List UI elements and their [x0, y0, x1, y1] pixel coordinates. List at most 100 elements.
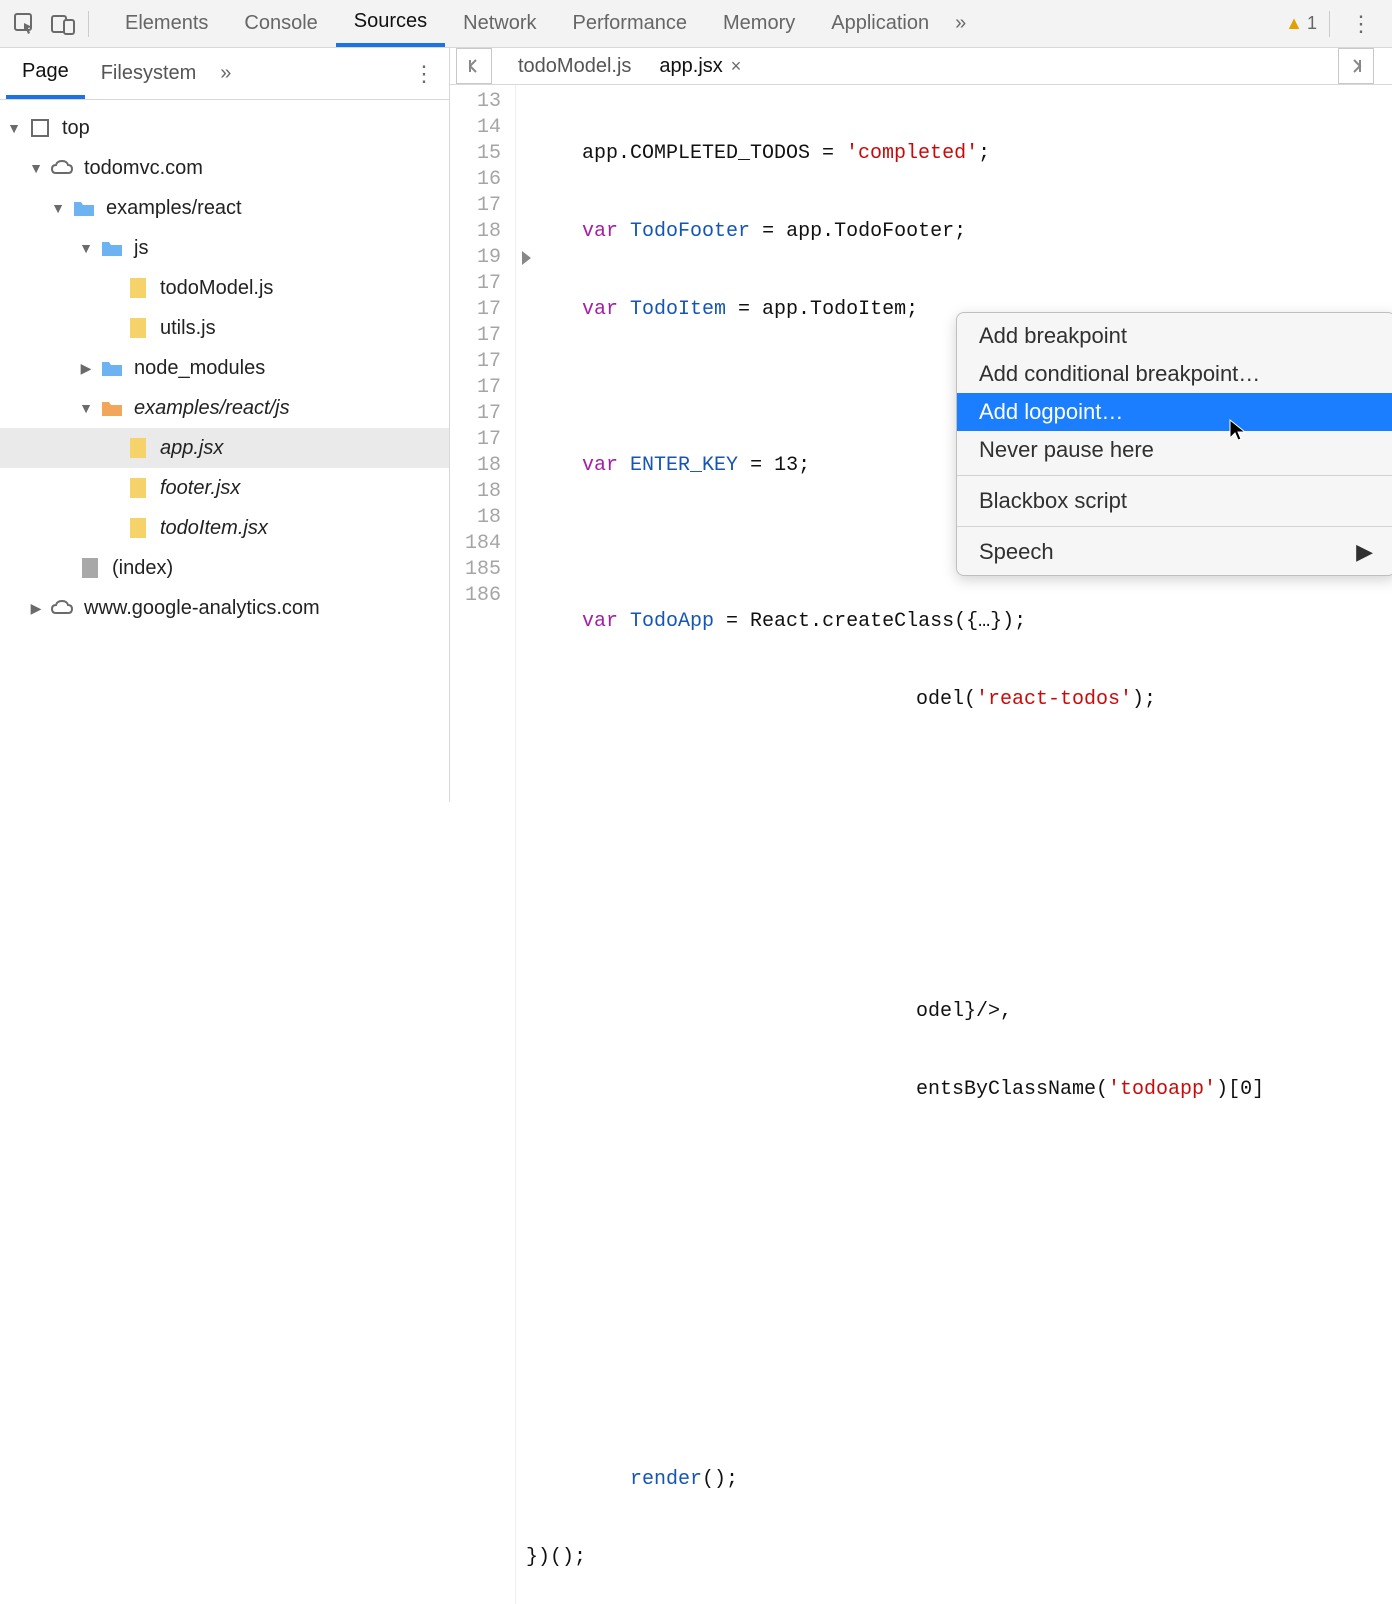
line-number[interactable]: 17	[450, 349, 515, 375]
line-number[interactable]: 13	[450, 89, 515, 115]
ctx-add-breakpoint[interactable]: Add breakpoint	[957, 317, 1392, 355]
tree-file[interactable]: footer.jsx	[0, 468, 449, 508]
ctx-separator	[957, 475, 1392, 476]
nav-forward-icon[interactable]	[1338, 48, 1374, 84]
tab-network[interactable]: Network	[445, 0, 554, 47]
navigator-tabs: Page Filesystem » ⋮	[0, 48, 449, 100]
tree-file[interactable]: todoModel.js	[0, 268, 449, 308]
js-file-icon	[126, 276, 150, 300]
close-icon[interactable]: ×	[731, 56, 742, 77]
code-line: app.COMPLETED_TODOS = 'completed';	[526, 141, 1264, 167]
device-toggle-icon[interactable]	[44, 5, 82, 43]
line-number[interactable]: 17	[450, 323, 515, 349]
ctx-add-conditional-breakpoint[interactable]: Add conditional breakpoint…	[957, 355, 1392, 393]
tree-label: top	[62, 117, 90, 140]
line-number[interactable]: 14	[450, 115, 515, 141]
code-line: var TodoApp = React.createClass({…});	[526, 609, 1264, 635]
file-tab-label: todoModel.js	[518, 55, 631, 78]
line-number[interactable]: 19	[450, 245, 515, 271]
side-tabs-overflow-icon[interactable]: »	[212, 62, 239, 85]
code-line	[526, 765, 1264, 791]
file-tabbar: todoModel.js app.jsx ×	[450, 48, 1392, 85]
disclosure-icon: ▼	[28, 160, 44, 176]
frame-icon	[28, 116, 52, 140]
tree-file[interactable]: todoItem.jsx	[0, 508, 449, 548]
line-number[interactable]: 18	[450, 505, 515, 531]
tab-memory[interactable]: Memory	[705, 0, 813, 47]
tab-application[interactable]: Application	[813, 0, 947, 47]
ctx-blackbox-script[interactable]: Blackbox script	[957, 482, 1392, 520]
side-tab-page[interactable]: Page	[6, 48, 85, 99]
warning-count[interactable]: ▲ 1	[1285, 13, 1317, 34]
disclosure-icon: ▶	[28, 600, 44, 617]
tree-folder-js[interactable]: ▼js	[0, 228, 449, 268]
warning-icon: ▲	[1285, 13, 1303, 34]
disclosure-icon: ▼	[78, 240, 94, 256]
tree-label: todomvc.com	[84, 157, 203, 180]
line-number[interactable]: 15	[450, 141, 515, 167]
line-number[interactable]: 18	[450, 219, 515, 245]
warning-number: 1	[1307, 13, 1317, 34]
tree-label: www.google-analytics.com	[84, 597, 320, 620]
js-file-icon	[126, 516, 150, 540]
line-number[interactable]: 18	[450, 453, 515, 479]
tree-domain-ga[interactable]: ▶ www.google-analytics.com	[0, 588, 449, 628]
tree-label: utils.js	[160, 317, 216, 340]
tree-top[interactable]: ▼ top	[0, 108, 449, 148]
context-menu: Add breakpoint Add conditional breakpoin…	[956, 312, 1392, 576]
tree-label: app.jsx	[160, 437, 223, 460]
tree-label: examples/react	[106, 197, 242, 220]
tab-elements[interactable]: Elements	[107, 0, 226, 47]
line-number[interactable]: 17	[450, 271, 515, 297]
settings-menu-icon[interactable]: ⋮	[1342, 11, 1380, 37]
line-number[interactable]: 16	[450, 167, 515, 193]
tree-label: examples/react/js	[134, 397, 290, 420]
tree-file-selected[interactable]: app.jsx	[0, 428, 449, 468]
side-tab-filesystem[interactable]: Filesystem	[85, 48, 213, 99]
submenu-arrow-icon: ▶	[1356, 539, 1373, 565]
line-number[interactable]: 184	[450, 531, 515, 557]
inspect-element-icon[interactable]	[6, 5, 44, 43]
disclosure-icon: ▼	[50, 200, 66, 216]
code-line: odel}/>,	[526, 999, 1264, 1025]
line-number[interactable]: 17	[450, 193, 515, 219]
main-area: Page Filesystem » ⋮ ▼top ▼todomvc.com ▼e…	[0, 48, 1392, 802]
line-number[interactable]: 17	[450, 401, 515, 427]
tree-folder-node-modules[interactable]: ▶node_modules	[0, 348, 449, 388]
tree-label: footer.jsx	[160, 477, 240, 500]
file-tab-active[interactable]: app.jsx ×	[645, 48, 755, 84]
nav-back-icon[interactable]	[456, 48, 492, 84]
file-tab-label: app.jsx	[659, 55, 722, 78]
tree-folder[interactable]: ▼ examples/react	[0, 188, 449, 228]
line-number[interactable]: 185	[450, 557, 515, 583]
tree-file[interactable]: utils.js	[0, 308, 449, 348]
folder-icon	[72, 196, 96, 220]
tree-folder-sourcemap[interactable]: ▼examples/react/js	[0, 388, 449, 428]
tree-domain[interactable]: ▼ todomvc.com	[0, 148, 449, 188]
line-number[interactable]: 186	[450, 583, 515, 609]
tabs-overflow-icon[interactable]: »	[947, 12, 974, 35]
cloud-icon	[50, 156, 74, 180]
navigator-menu-icon[interactable]: ⋮	[405, 61, 443, 87]
ctx-never-pause[interactable]: Never pause here	[957, 431, 1392, 469]
file-tab[interactable]: todoModel.js	[504, 48, 645, 84]
expand-icon[interactable]	[522, 251, 531, 265]
folder-icon	[100, 236, 124, 260]
line-number[interactable]: 18	[450, 479, 515, 505]
tab-sources[interactable]: Sources	[336, 0, 445, 47]
ctx-speech[interactable]: Speech▶	[957, 533, 1392, 571]
disclosure-icon: ▼	[6, 120, 22, 136]
tree-label: node_modules	[134, 357, 265, 380]
code-line: odel('react-todos');	[526, 687, 1264, 713]
navigator-sidebar: Page Filesystem » ⋮ ▼top ▼todomvc.com ▼e…	[0, 48, 450, 802]
line-number[interactable]: 17	[450, 375, 515, 401]
cloud-icon	[50, 596, 74, 620]
tab-console[interactable]: Console	[226, 0, 335, 47]
line-gutter[interactable]: 13 14 15 16 17 18 19 17 17 17 17 17 17 1…	[450, 85, 516, 1604]
code-line: var TodoFooter = app.TodoFooter;	[526, 219, 1264, 245]
tree-file-index[interactable]: (index)	[0, 548, 449, 588]
tab-performance[interactable]: Performance	[555, 0, 706, 47]
line-number[interactable]: 17	[450, 427, 515, 453]
ctx-add-logpoint[interactable]: Add logpoint…	[957, 393, 1392, 431]
line-number[interactable]: 17	[450, 297, 515, 323]
